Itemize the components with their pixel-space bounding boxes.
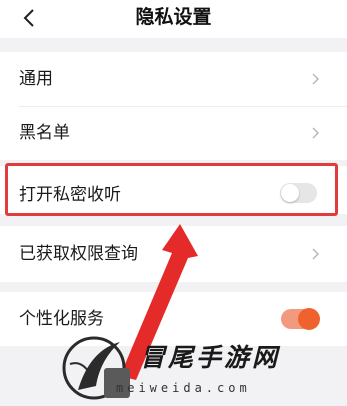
watermark: 冒尾手游网 meiweida.com (60, 330, 347, 402)
watermark-url: meiweida.com (116, 381, 251, 395)
watermark-title: 冒尾手游网 (140, 343, 281, 372)
